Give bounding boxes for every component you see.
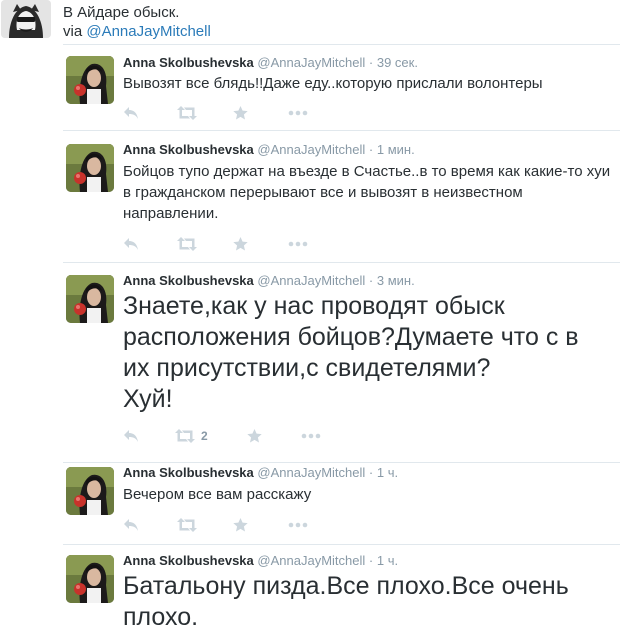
reply-icon	[124, 519, 138, 531]
conversation-title: В Айдаре обыск.	[63, 4, 180, 21]
author-name[interactable]: Anna Skolbushevska	[123, 465, 254, 480]
favorite-button[interactable]	[233, 104, 248, 122]
separator: ·	[368, 142, 374, 157]
retweet-icon	[177, 237, 197, 251]
timestamp[interactable]: 1 ч.	[377, 465, 398, 480]
retweet-icon	[175, 429, 195, 443]
retweet-icon	[177, 106, 197, 120]
retweet-button[interactable]	[177, 516, 203, 534]
author-handle[interactable]: @AnnaJayMitchell	[257, 142, 365, 157]
tweet-text: Вывозят все блядь!!Даже еду..которую при…	[123, 75, 543, 92]
retweet-icon	[177, 518, 197, 532]
reply-icon	[124, 238, 138, 250]
author-handle[interactable]: @AnnaJayMitchell	[257, 553, 365, 568]
avatar[interactable]	[66, 144, 114, 192]
tweet-header: Anna Skolbushevska @AnnaJayMitchell · 1 …	[123, 553, 398, 569]
more-button[interactable]	[301, 427, 321, 445]
retweet-button[interactable]	[177, 235, 203, 253]
more-icon	[288, 110, 308, 116]
tweet-header: Anna Skolbushevska @AnnaJayMitchell · 39…	[123, 55, 418, 71]
star-icon	[233, 106, 248, 120]
avatar[interactable]	[66, 275, 114, 323]
author-name[interactable]: Anna Skolbushevska	[123, 55, 254, 70]
tweet[interactable]: Anna Skolbushevska @AnnaJayMitchell · 39…	[63, 44, 620, 131]
tweet-header: Anna Skolbushevska @AnnaJayMitchell · 3 …	[123, 273, 415, 289]
more-button[interactable]	[288, 104, 308, 122]
more-button[interactable]	[288, 516, 308, 534]
timestamp[interactable]: 1 мин.	[377, 142, 415, 157]
favorite-button[interactable]	[233, 235, 248, 253]
tweet-header: Anna Skolbushevska @AnnaJayMitchell · 1 …	[123, 465, 398, 481]
timestamp[interactable]: 3 мин.	[377, 273, 415, 288]
conversation-header: В Айдаре обыск. via @AnnaJayMitchell	[0, 0, 627, 44]
author-handle[interactable]: @AnnaJayMitchell	[257, 465, 365, 480]
via-prefix: via	[63, 23, 87, 40]
separator: ·	[368, 553, 374, 568]
more-icon	[288, 522, 308, 528]
tweet[interactable]: Anna Skolbushevska @AnnaJayMitchell · 1 …	[63, 462, 620, 545]
star-icon	[233, 237, 248, 251]
star-icon	[233, 518, 248, 532]
retweet-button[interactable]: 2	[175, 427, 208, 445]
avatar[interactable]	[66, 555, 114, 603]
author-name[interactable]: Anna Skolbushevska	[123, 273, 254, 288]
more-icon	[288, 241, 308, 247]
tweet[interactable]: Anna Skolbushevska @AnnaJayMitchell · 1 …	[63, 130, 620, 263]
tweet[interactable]: Anna Skolbushevska @AnnaJayMitchell · 1 …	[63, 544, 620, 638]
tweet-text: Вечером все вам расскажу	[123, 486, 312, 503]
star-icon	[247, 429, 262, 443]
reply-button[interactable]	[123, 235, 139, 253]
separator: ·	[368, 55, 374, 70]
favorite-button[interactable]	[247, 427, 262, 445]
via-line: via @AnnaJayMitchell	[63, 23, 211, 41]
reply-icon	[124, 430, 138, 442]
avatar[interactable]	[66, 56, 114, 104]
separator: ·	[368, 273, 374, 288]
timestamp[interactable]: 1 ч.	[377, 553, 398, 568]
tweet-text: Батальону пизда.Все плохо.Все очень плох…	[123, 572, 576, 631]
more-button[interactable]	[288, 235, 308, 253]
author-handle[interactable]: @AnnaJayMitchell	[257, 55, 365, 70]
retweet-count: 2	[201, 429, 208, 443]
via-handle-link[interactable]: @AnnaJayMitchell	[86, 23, 210, 40]
reply-button[interactable]	[123, 427, 139, 445]
favorite-button[interactable]	[233, 516, 248, 534]
avatar[interactable]	[66, 467, 114, 515]
tweet-text: Знаете,как у нас проводят обыск располож…	[123, 292, 579, 413]
header-avatar[interactable]	[1, 0, 51, 38]
timestamp[interactable]: 39 сек.	[377, 55, 418, 70]
author-handle[interactable]: @AnnaJayMitchell	[257, 273, 365, 288]
author-name[interactable]: Anna Skolbushevska	[123, 142, 254, 157]
more-icon	[301, 433, 321, 439]
tweet-text: Бойцов тупо держат на въезде в Счастье..…	[123, 163, 615, 222]
separator: ·	[368, 465, 374, 480]
tweet[interactable]: Anna Skolbushevska @AnnaJayMitchell · 3 …	[63, 262, 620, 463]
tweet-header: Anna Skolbushevska @AnnaJayMitchell · 1 …	[123, 142, 415, 158]
author-name[interactable]: Anna Skolbushevska	[123, 553, 254, 568]
retweet-button[interactable]	[177, 104, 203, 122]
reply-button[interactable]	[123, 104, 139, 122]
reply-icon	[124, 107, 138, 119]
reply-button[interactable]	[123, 516, 139, 534]
